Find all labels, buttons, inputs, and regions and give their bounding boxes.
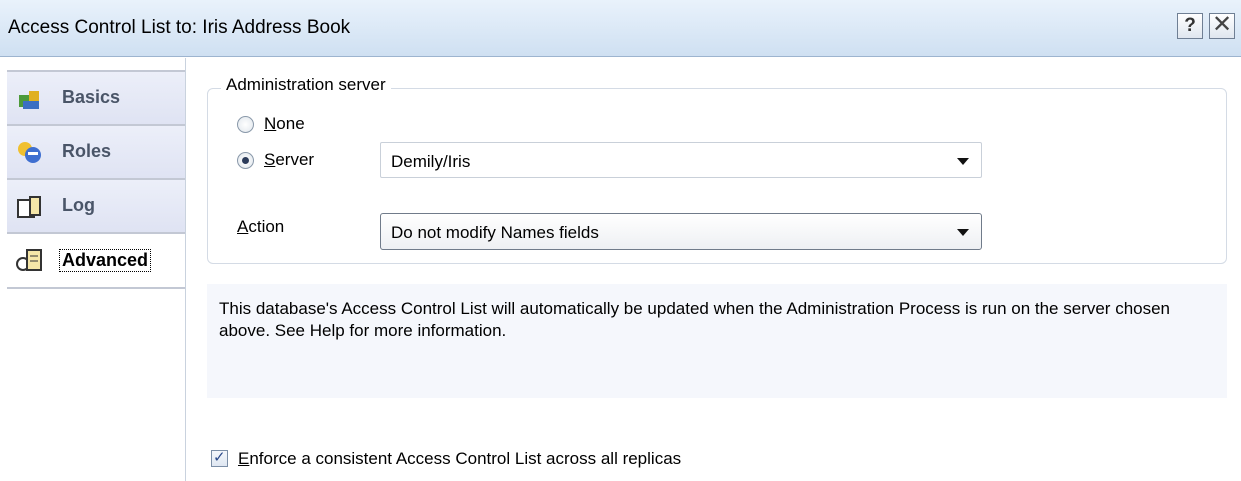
window-title: Access Control List to: Iris Address Boo… [8,17,351,38]
action-select[interactable]: Do not modify Names fields [380,213,982,250]
info-box: This database's Access Control List will… [207,284,1227,398]
group-label: Administration server [221,75,391,95]
sidebar-item-label: Roles [62,141,112,161]
info-text: This database's Access Control List will… [219,299,1171,340]
server-radio-label[interactable]: Server [264,150,314,170]
sidebar-item-roles[interactable]: Roles [7,124,185,178]
none-radio[interactable] [237,116,254,133]
chevron-down-icon [957,158,969,165]
enforce-checkbox[interactable] [211,448,228,467]
roles-icon [18,142,41,163]
sidebar-item-label: Advanced [59,249,152,272]
sidebar-item-log[interactable]: Log [7,178,185,232]
log-icon [17,196,41,218]
key-scroll-icon [16,249,42,271]
sidebar-item-advanced[interactable]: Advanced [7,232,185,289]
enforce-checkbox-label[interactable]: Enforce a consistent Access Control List… [238,449,681,469]
sidebar: Basics Roles Log Advanced [0,58,186,481]
people-icon [19,91,39,109]
sidebar-item-label: Log [62,195,95,215]
sidebar-item-basics[interactable]: Basics [7,70,185,124]
action-label: Action [237,217,285,236]
sidebar-item-label: Basics [62,87,121,107]
action-select-value: Do not modify Names fields [391,223,599,242]
server-select[interactable]: Demily/Iris [380,142,982,178]
chevron-down-icon [957,229,969,236]
server-select-value: Demily/Iris [391,152,471,171]
none-radio-label[interactable]: None [264,114,305,134]
title-bar: Access Control List to: Iris Address Boo… [0,0,1241,57]
close-button[interactable]: ✕ [1209,13,1235,39]
server-radio[interactable] [237,152,254,169]
help-button[interactable]: ? [1177,13,1203,39]
